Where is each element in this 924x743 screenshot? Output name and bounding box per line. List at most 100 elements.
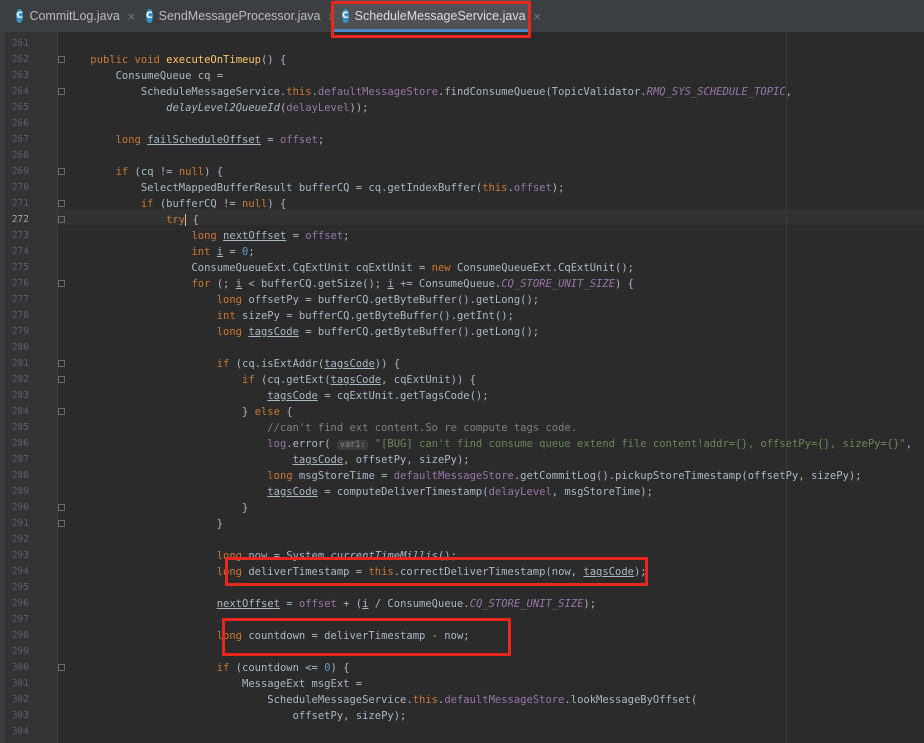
code-line[interactable]: offsetPy, sizePy); [65, 708, 407, 724]
fold-marker-icon[interactable] [58, 360, 65, 367]
code-line[interactable]: MessageExt msgExt = [65, 676, 362, 692]
code-line[interactable]: if (cq != null) { [65, 164, 224, 180]
code-line[interactable]: long nextOffset = offset; [65, 228, 349, 244]
code-token: ConsumeQueue cq = [65, 70, 224, 82]
code-line[interactable]: if (bufferCQ != null) { [65, 196, 286, 212]
code-line[interactable]: long deliverTimestamp = this.correctDeli… [65, 564, 647, 580]
close-icon[interactable]: × [533, 10, 542, 23]
code-line[interactable]: delayLevel2QueueId(delayLevel)); [65, 100, 368, 116]
code-token: defaultMessageStore [317, 86, 438, 98]
fold-marker-icon[interactable] [58, 408, 65, 415]
code-token: = [286, 230, 306, 242]
code-token: (; [216, 278, 236, 290]
code-line[interactable]: tagsCode = computeDeliverTimestamp(delay… [65, 484, 653, 500]
line-number: 299 [11, 646, 29, 657]
code-line[interactable]: int i = 0; [65, 244, 255, 260]
right-margin-guide [786, 32, 787, 743]
fold-marker-icon[interactable] [58, 664, 65, 671]
code-token: , [905, 438, 913, 450]
code-line[interactable]: } else { [65, 404, 293, 420]
code-line[interactable]: ConsumeQueue cq = [65, 68, 223, 84]
code-line[interactable]: ScheduleMessageService.this.defaultMessa… [65, 84, 792, 100]
code-token: = [279, 598, 299, 610]
code-line[interactable]: log.error( var1: "[BUG] can't find consu… [65, 436, 912, 452]
code-token: this [368, 566, 394, 578]
fold-marker-icon[interactable] [58, 168, 65, 175]
code-line[interactable]: if (cq.isExtAddr(tagsCode)) { [65, 356, 400, 372]
line-number: 279 [11, 326, 29, 337]
code-line[interactable]: long msgStoreTime = defaultMessageStore.… [65, 468, 861, 484]
code-line[interactable]: int sizePy = bufferCQ.getByteBuffer().ge… [65, 308, 514, 324]
code-line[interactable]: long failScheduleOffset = offset; [65, 132, 325, 148]
code-token: ; [248, 246, 255, 258]
code-token: sizePy = bufferCQ.getByteBuffer().getInt… [242, 310, 514, 322]
code-line[interactable]: //can't find ext content.So re compute t… [65, 420, 577, 436]
code-token: MessageExt msgExt = [65, 678, 363, 690]
code-token: defaultMessageStore [393, 470, 514, 482]
code-token: tagsCode [330, 374, 382, 386]
tab-schedulemessageservice[interactable]: C ScheduleMessageService.java × [334, 0, 542, 32]
fold-marker-icon[interactable] [58, 216, 65, 223]
fold-marker-icon[interactable] [58, 200, 65, 207]
code-token: SelectMappedBufferResult bufferCQ = cq.g… [65, 182, 483, 194]
code-line[interactable]: tagsCode, offsetPy, sizePy); [65, 452, 470, 468]
code-line[interactable]: if (countdown <= 0) { [65, 660, 350, 676]
close-icon[interactable]: × [127, 10, 136, 23]
code-line[interactable]: long tagsCode = bufferCQ.getByteBuffer()… [65, 324, 539, 340]
code-line[interactable]: ScheduleMessageService.this.defaultMessa… [65, 692, 697, 708]
code-token: countdown = deliverTimestamp - now; [248, 630, 470, 642]
code-token: offset [513, 182, 552, 194]
code-line[interactable]: try { [65, 212, 199, 228]
code-token: (cq.getExt( [260, 374, 331, 386]
code-line[interactable]: ConsumeQueueExt.CqExtUnit cqExtUnit = ne… [65, 260, 634, 276]
fold-marker-icon[interactable] [58, 280, 65, 287]
code-line[interactable]: } [65, 516, 223, 532]
code-token: long [216, 294, 249, 306]
tab-label: CommitLog.java [29, 9, 120, 23]
code-token: ScheduleMessageService. [65, 86, 287, 98]
code-token: < bufferCQ.getSize(); [242, 278, 388, 290]
line-number: 276 [11, 278, 29, 289]
code-token: msgStoreTime = [298, 470, 394, 482]
code-line[interactable]: for (; i < bufferCQ.getSize(); i += Cons… [65, 276, 634, 292]
tab-commitlog[interactable]: C CommitLog.java × [8, 0, 136, 32]
code-line[interactable]: } [65, 500, 248, 516]
code-line[interactable]: SelectMappedBufferResult bufferCQ = cq.g… [65, 180, 565, 196]
code-token: if [216, 662, 236, 674]
code-token: currentTimeMillis [330, 550, 438, 562]
code-token: = computeDeliverTimestamp( [317, 486, 489, 498]
line-number: 277 [11, 294, 29, 305]
fold-marker-icon[interactable] [58, 56, 65, 63]
code-token: executeOnTimeup [166, 54, 261, 66]
line-number: 273 [11, 230, 29, 241]
line-number: 285 [11, 422, 29, 433]
line-number: 288 [11, 470, 29, 481]
code-token: )) { [374, 358, 401, 370]
code-line[interactable]: public void executeOnTimeup() { [65, 52, 286, 68]
line-number: 275 [11, 262, 29, 273]
fold-marker-icon[interactable] [58, 88, 65, 95]
code-line[interactable]: long offsetPy = bufferCQ.getByteBuffer()… [65, 292, 539, 308]
code-line[interactable]: long now = System.currentTimeMillis(); [65, 548, 457, 564]
tab-sendmessageprocessor[interactable]: C SendMessageProcessor.java × [138, 0, 337, 32]
fold-marker-icon[interactable] [58, 376, 65, 383]
code-token: (countdown <= [235, 662, 325, 674]
code-token: RMQ_SYS_SCHEDULE_TOPIC [646, 86, 786, 98]
fold-marker-icon[interactable] [58, 504, 65, 511]
line-number: 267 [11, 134, 29, 145]
fold-marker-icon[interactable] [58, 520, 65, 527]
code-token: CQ_STORE_UNIT_SIZE [469, 598, 584, 610]
code-line[interactable]: tagsCode = cqExtUnit.getTagsCode(); [65, 388, 488, 404]
line-number: 300 [11, 662, 29, 673]
code-token: , msgStoreTime); [551, 486, 653, 498]
line-number: 280 [11, 342, 29, 353]
code-line[interactable]: if (cq.getExt(tagsCode, cqExtUnit)) { [65, 372, 476, 388]
code-line[interactable]: long countdown = deliverTimestamp - now; [65, 628, 470, 644]
code-line[interactable]: nextOffset = offset + (i / ConsumeQueue.… [65, 596, 596, 612]
line-number: 292 [11, 534, 29, 545]
